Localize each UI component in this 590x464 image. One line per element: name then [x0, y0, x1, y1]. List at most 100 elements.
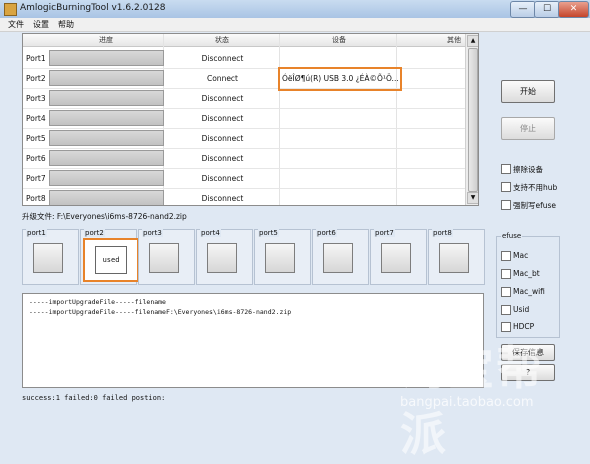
- scroll-up-icon[interactable]: ▲: [467, 35, 478, 47]
- port-name: Port8: [26, 194, 46, 203]
- progress-bar: [49, 130, 164, 146]
- port-group-1: port1: [22, 229, 79, 285]
- port-table: 进度 状态 设备 其他 Port1 Disconnect Port2 Conne…: [22, 33, 479, 206]
- force-efuse-checkbox[interactable]: [501, 200, 511, 210]
- status-cell: Disconnect: [201, 134, 244, 143]
- port-group-3: port3: [138, 229, 195, 285]
- menu-settings[interactable]: 设置: [33, 19, 49, 30]
- port-indicator[interactable]: [33, 243, 63, 273]
- table-row[interactable]: Port5 Disconnect: [23, 128, 465, 149]
- port-indicator-active[interactable]: used: [83, 238, 139, 282]
- progress-bar: [49, 190, 164, 205]
- port-label: port4: [200, 229, 221, 237]
- port-label: port1: [26, 229, 47, 237]
- menu-bar: 文件 设置 帮助: [0, 18, 590, 32]
- port-group-7: port7: [370, 229, 427, 285]
- title-bar: AmlogicBurningTool v1.6.2.0128 — ☐ ✕: [0, 0, 590, 19]
- table-scrollbar[interactable]: ▲ ▼: [465, 34, 478, 205]
- progress-bar: [49, 90, 164, 106]
- port-group-4: port4: [196, 229, 253, 285]
- port-label: port2: [84, 229, 105, 237]
- port-name: Port6: [26, 154, 46, 163]
- port-name: Port4: [26, 114, 46, 123]
- table-row[interactable]: Port3 Disconnect: [23, 88, 465, 109]
- table-row[interactable]: Port7 Disconnect: [23, 168, 465, 189]
- efuse-label: Mac: [513, 251, 529, 260]
- usid-checkbox[interactable]: [501, 305, 511, 315]
- port-label: port3: [142, 229, 163, 237]
- table-row[interactable]: Port1 Disconnect: [23, 48, 465, 69]
- port-group-6: port6: [312, 229, 369, 285]
- menu-help[interactable]: 帮助: [58, 19, 74, 30]
- port-label: port6: [316, 229, 337, 237]
- table-row[interactable]: Port4 Disconnect: [23, 108, 465, 129]
- port-group-5: port5: [254, 229, 311, 285]
- scroll-down-icon[interactable]: ▼: [467, 192, 478, 204]
- status-cell: Disconnect: [201, 154, 244, 163]
- maximize-button[interactable]: ☐: [534, 1, 560, 18]
- scroll-thumb[interactable]: [468, 48, 478, 192]
- minimize-button[interactable]: —: [510, 1, 536, 18]
- used-badge: used: [95, 246, 127, 274]
- app-icon: [4, 3, 17, 16]
- port-name: Port1: [26, 54, 46, 63]
- connected-device-highlight: [278, 67, 402, 91]
- port-group-2: port2 used: [80, 229, 139, 285]
- menu-file[interactable]: 文件: [8, 19, 24, 30]
- port-name: Port2: [26, 74, 46, 83]
- status-cell: Disconnect: [201, 194, 244, 203]
- mac-wifi-checkbox[interactable]: [501, 287, 511, 297]
- status-line: success:1 failed:0 failed postion:: [22, 394, 166, 402]
- progress-bar: [49, 50, 164, 66]
- progress-bar: [49, 110, 164, 126]
- status-cell: Disconnect: [201, 94, 244, 103]
- port-indicator[interactable]: [265, 243, 295, 273]
- header-status: 状态: [215, 36, 229, 44]
- upgrade-file-label: 升级文件: F:\Everyones\i6ms-8726-nand2.zip: [22, 212, 187, 221]
- port-indicator[interactable]: [323, 243, 353, 273]
- header-device: 设备: [332, 36, 346, 44]
- window-title: AmlogicBurningTool v1.6.2.0128: [20, 3, 166, 13]
- efuse-label: Usid: [513, 305, 530, 314]
- option-label: 擦除设备: [513, 165, 543, 174]
- port-name: Port3: [26, 94, 46, 103]
- port-indicator[interactable]: [207, 243, 237, 273]
- status-cell: Connect: [206, 74, 238, 83]
- port-indicator[interactable]: [149, 243, 179, 273]
- mac-checkbox[interactable]: [501, 251, 511, 261]
- watermark-url: bangpai.taobao.com: [400, 395, 534, 410]
- stop-button[interactable]: 停止: [501, 117, 555, 140]
- header-progress: 进度: [99, 36, 113, 44]
- port-label: port7: [374, 229, 395, 237]
- progress-bar: [49, 70, 164, 86]
- log-line: -----importUpgradeFile-----filenameF:\Ev…: [29, 308, 292, 316]
- port-label: port8: [432, 229, 453, 237]
- start-button[interactable]: 开始: [501, 80, 555, 103]
- status-cell: Disconnect: [201, 54, 244, 63]
- efuse-label: Mac_bt: [513, 269, 540, 278]
- efuse-label: Mac_wifi: [513, 287, 545, 296]
- status-cell: Disconnect: [201, 114, 244, 123]
- watermark: 淘宝帮派 bangpai.taobao.com: [340, 320, 580, 461]
- erase-device-checkbox[interactable]: [501, 164, 511, 174]
- progress-bar: [49, 150, 164, 166]
- no-hub-checkbox[interactable]: [501, 182, 511, 192]
- status-cell: Disconnect: [201, 174, 244, 183]
- table-row[interactable]: Port6 Disconnect: [23, 148, 465, 169]
- port-indicator[interactable]: [381, 243, 411, 273]
- port-indicator[interactable]: [439, 243, 469, 273]
- table-row[interactable]: Port8 Disconnect: [23, 188, 465, 205]
- progress-bar: [49, 170, 164, 186]
- port-label: port5: [258, 229, 279, 237]
- log-line: -----importUpgradeFile-----filename: [29, 298, 166, 306]
- option-label: 强制写efuse: [513, 201, 557, 210]
- header-other: 其他: [447, 36, 461, 44]
- close-button[interactable]: ✕: [558, 1, 589, 18]
- table-header: 进度 状态 设备 其他: [23, 34, 465, 47]
- option-label: 支持不用hub: [513, 183, 558, 192]
- efuse-title: efuse: [501, 232, 523, 240]
- mac-bt-checkbox[interactable]: [501, 269, 511, 279]
- port-name: Port7: [26, 174, 46, 183]
- port-name: Port5: [26, 134, 46, 143]
- port-group-8: port8: [428, 229, 485, 285]
